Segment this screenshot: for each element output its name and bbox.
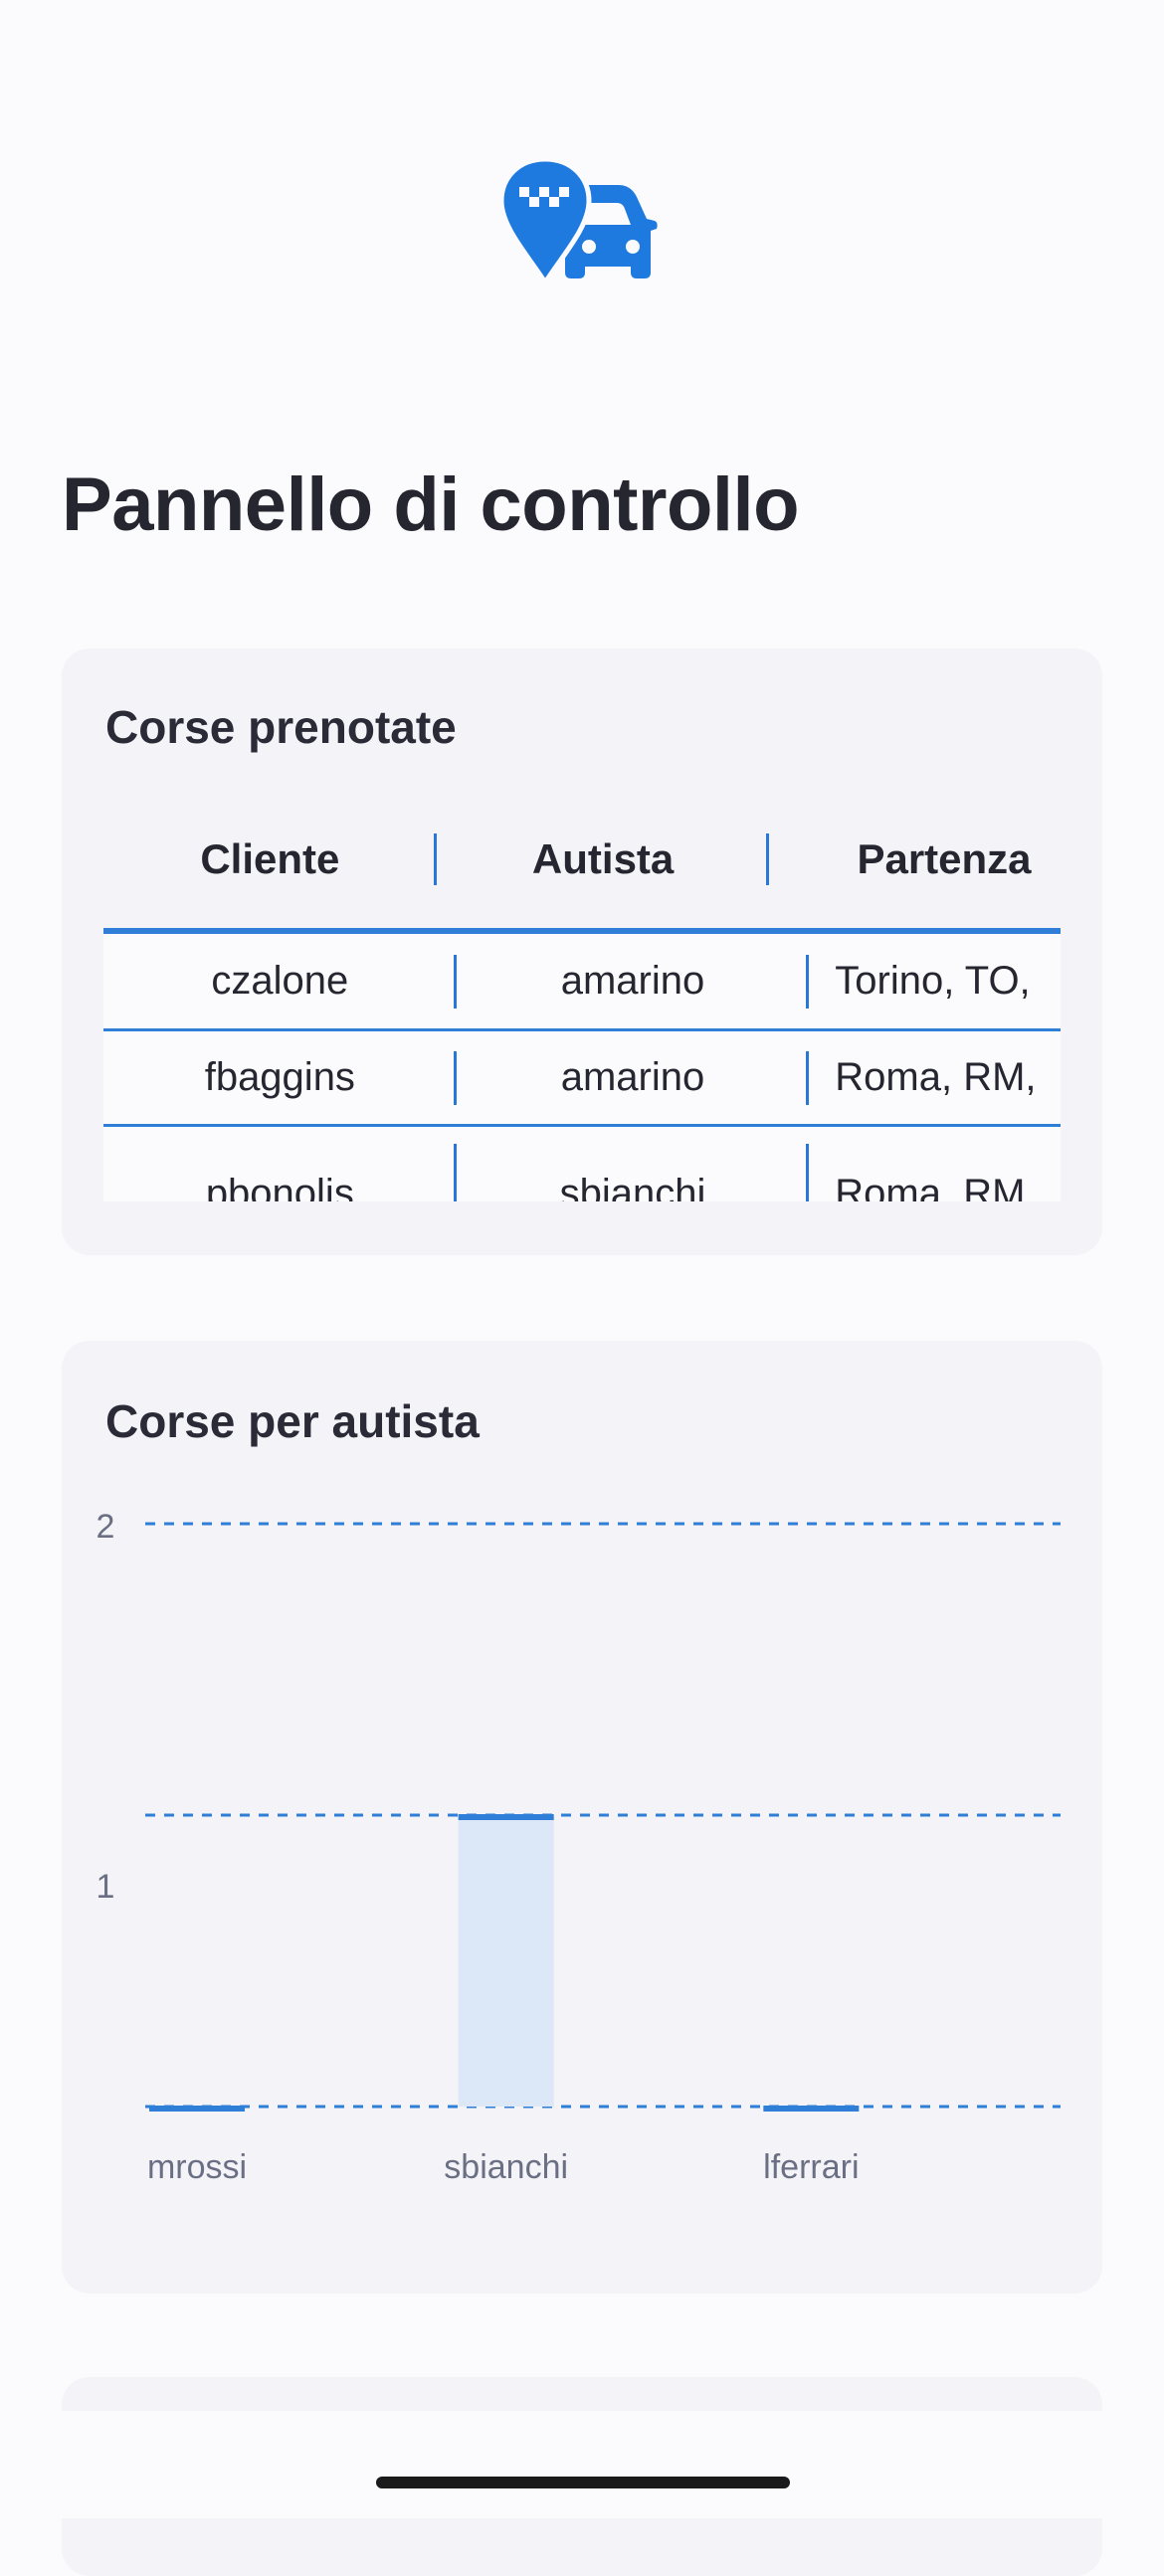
- y-tick-label: 2: [97, 1508, 115, 1546]
- cell-partenza: Roma, RM,: [809, 1127, 1061, 1202]
- cell-text: fbaggins: [204, 1055, 355, 1099]
- bar-cap: [763, 2106, 860, 2112]
- cell-partenza: Torino, TO,: [809, 934, 1061, 1028]
- cell-autista: amarino: [457, 934, 810, 1028]
- cell-autista: sbianchi: [457, 1127, 810, 1201]
- cell-cliente: pbonolis: [103, 1127, 457, 1201]
- page-title: Pannello di controllo: [62, 462, 800, 547]
- cell-cliente: czalone: [103, 934, 457, 1028]
- cell-text: amarino: [560, 959, 705, 1003]
- cell-text: Roma, RM,: [835, 1055, 1037, 1099]
- column-header-partenza[interactable]: Partenza: [769, 788, 1061, 931]
- bookings-table[interactable]: Cliente Autista Partenza czalone amarino: [103, 788, 1061, 1201]
- cell-text: pbonolis: [205, 1171, 354, 1202]
- table-row[interactable]: czalone amarino Torino, TO,: [103, 934, 1061, 1028]
- table-row[interactable]: pbonolis sbianchi Roma, RM,: [103, 1127, 1061, 1201]
- cell-text: czalone: [211, 959, 349, 1003]
- column-header-label: Partenza: [857, 835, 1032, 882]
- table-header-row: Cliente Autista Partenza: [103, 788, 1061, 931]
- x-tick-label: mrossi: [147, 2148, 247, 2186]
- cell-text: Roma, RM,: [835, 1171, 1037, 1202]
- column-header-autista[interactable]: Autista: [437, 788, 770, 931]
- bar-cap: [458, 1814, 554, 1820]
- column-header-label: Cliente: [200, 835, 340, 882]
- bar: [458, 1815, 554, 2107]
- x-tick-label: sbianchi: [444, 2148, 568, 2186]
- cell-partenza: Roma, RM,: [809, 1031, 1061, 1124]
- bookings-card-title: Corse prenotate: [105, 701, 457, 753]
- screen-bottom-area: [0, 2411, 1164, 2518]
- rides-chart-card: Corse per autista 1 2 mrossi sbianchi lferra…: [62, 1341, 1102, 2294]
- cell-cliente: fbaggins: [103, 1031, 457, 1124]
- cell-text: amarino: [560, 1055, 705, 1099]
- table-row[interactable]: fbaggins amarino Roma, RM,: [103, 1031, 1061, 1124]
- rides-chart: 1 2 mrossi sbianchi lferrari: [97, 1508, 1061, 2186]
- cell-text: Torino, TO,: [835, 959, 1031, 1003]
- column-header-cliente[interactable]: Cliente: [103, 788, 437, 931]
- column-header-label: Autista: [531, 835, 675, 882]
- home-indicator[interactable]: [376, 2477, 790, 2488]
- x-tick-label: lferrari: [763, 2148, 859, 2186]
- cell-text: sbianchi: [559, 1171, 706, 1202]
- bookings-card: Corse prenotate Cliente Autista Partenza…: [62, 648, 1102, 1255]
- taxi-pin-car-icon: [498, 156, 658, 287]
- y-tick-label: 1: [97, 1868, 115, 1906]
- bar-cap: [149, 2106, 245, 2112]
- cell-autista: amarino: [457, 1031, 810, 1124]
